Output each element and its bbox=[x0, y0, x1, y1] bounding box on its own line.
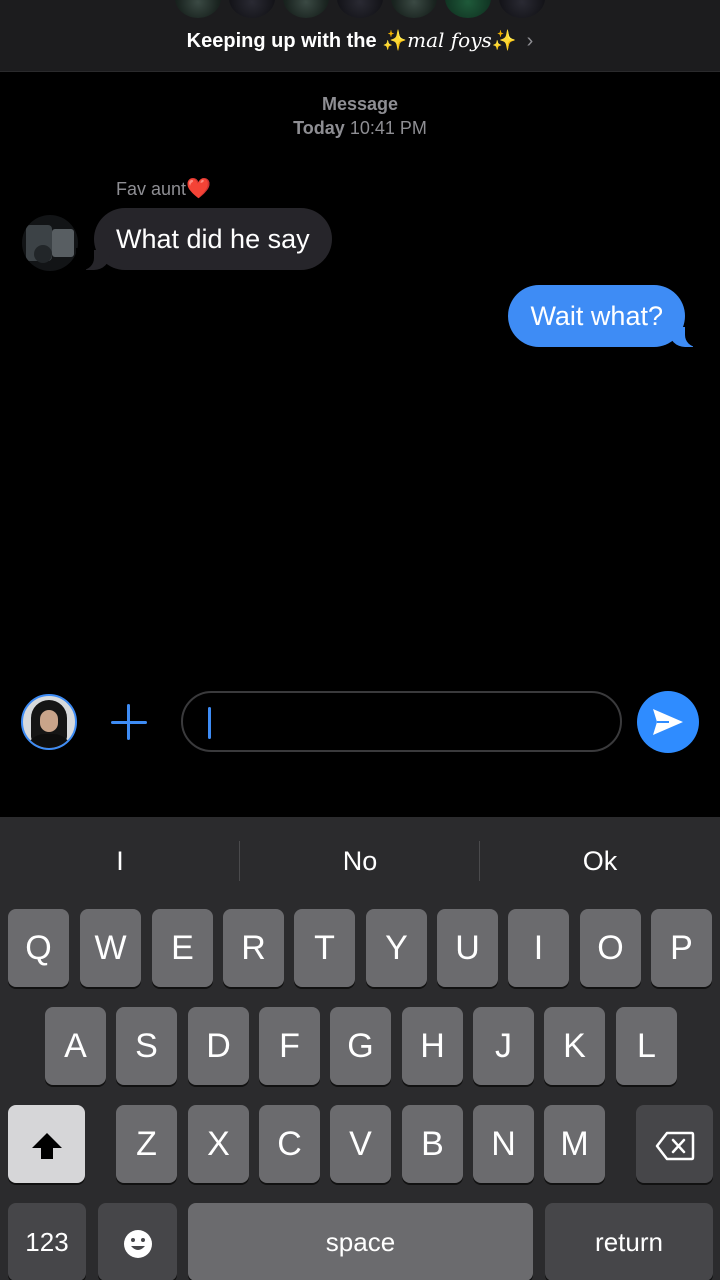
outgoing-message-bubble[interactable]: Wait what? bbox=[508, 285, 703, 347]
key-g[interactable]: G bbox=[330, 1007, 391, 1085]
incoming-message-text: What did he say bbox=[116, 224, 310, 254]
key-h[interactable]: H bbox=[402, 1007, 463, 1085]
group-title-styled: mal foys bbox=[407, 28, 492, 52]
key-m[interactable]: M bbox=[544, 1105, 605, 1183]
timestamp-time: 10:41 PM bbox=[349, 118, 427, 138]
chevron-right-icon: › bbox=[526, 30, 534, 52]
key-l[interactable]: L bbox=[616, 1007, 677, 1085]
backspace-icon bbox=[655, 1131, 694, 1161]
send-arrow-icon bbox=[653, 709, 683, 735]
sender-avatar[interactable] bbox=[22, 215, 78, 271]
group-member-avatar bbox=[391, 0, 437, 18]
text-cursor bbox=[208, 707, 211, 739]
key-u[interactable]: U bbox=[437, 909, 498, 987]
key-c[interactable]: C bbox=[259, 1105, 320, 1183]
key-i[interactable]: I bbox=[508, 909, 569, 987]
suggestion-3[interactable]: Ok bbox=[480, 817, 720, 905]
message-input[interactable] bbox=[207, 703, 597, 741]
send-button[interactable] bbox=[637, 691, 699, 753]
group-title-suffix: ✨ bbox=[491, 30, 517, 52]
group-member-avatar bbox=[337, 0, 383, 18]
heart-icon: ❤️ bbox=[186, 178, 211, 200]
group-member-avatar bbox=[499, 0, 545, 18]
sender-name: Fav aunt❤️ bbox=[116, 176, 211, 201]
shift-key[interactable] bbox=[8, 1105, 85, 1183]
key-w[interactable]: W bbox=[80, 909, 141, 987]
group-member-avatar bbox=[175, 0, 221, 18]
predictive-bar: I No Ok bbox=[0, 817, 720, 905]
incoming-message-bubble[interactable]: What did he say bbox=[76, 208, 332, 270]
my-avatar[interactable] bbox=[21, 694, 77, 750]
numbers-key[interactable]: 123 bbox=[8, 1203, 86, 1280]
suggestion-1[interactable]: I bbox=[0, 817, 240, 905]
emoji-key[interactable] bbox=[98, 1203, 177, 1280]
conversation-header[interactable]: Keeping up with the ✨mal foys✨ › bbox=[0, 0, 720, 72]
group-title-prefix: Keeping up with the ✨ bbox=[186, 30, 408, 52]
group-avatar-strip bbox=[150, 0, 570, 18]
key-r[interactable]: R bbox=[223, 909, 284, 987]
key-k[interactable]: K bbox=[544, 1007, 605, 1085]
suggestion-2[interactable]: No bbox=[240, 817, 480, 905]
conversation-timestamp: Today 10:41 PM bbox=[0, 118, 720, 139]
group-member-avatar bbox=[445, 0, 491, 18]
service-label: Message bbox=[321, 94, 399, 114]
key-b[interactable]: B bbox=[402, 1105, 463, 1183]
space-key[interactable]: space bbox=[188, 1203, 533, 1280]
key-y[interactable]: Y bbox=[366, 909, 427, 987]
key-n[interactable]: N bbox=[473, 1105, 534, 1183]
key-s[interactable]: S bbox=[116, 1007, 177, 1085]
key-t[interactable]: T bbox=[294, 909, 355, 987]
key-j[interactable]: J bbox=[473, 1007, 534, 1085]
message-input-field[interactable] bbox=[181, 691, 622, 752]
plus-icon[interactable] bbox=[109, 702, 149, 742]
key-z[interactable]: Z bbox=[116, 1105, 177, 1183]
timestamp-day: Today bbox=[293, 118, 345, 138]
key-v[interactable]: V bbox=[330, 1105, 391, 1183]
group-title[interactable]: Keeping up with the ✨mal foys✨ › bbox=[0, 28, 720, 53]
key-o[interactable]: O bbox=[580, 909, 641, 987]
sender-name-text: Fav aunt bbox=[116, 179, 187, 199]
key-x[interactable]: X bbox=[188, 1105, 249, 1183]
shift-arrow-icon bbox=[31, 1133, 62, 1160]
key-f[interactable]: F bbox=[259, 1007, 320, 1085]
key-a[interactable]: A bbox=[45, 1007, 106, 1085]
key-d[interactable]: D bbox=[188, 1007, 249, 1085]
group-member-avatar bbox=[229, 0, 275, 18]
key-p[interactable]: P bbox=[651, 909, 712, 987]
outgoing-message-text: Wait what? bbox=[530, 301, 663, 331]
emoji-icon bbox=[123, 1230, 152, 1259]
backspace-key[interactable] bbox=[636, 1105, 713, 1183]
key-e[interactable]: E bbox=[152, 909, 213, 987]
return-key[interactable]: return bbox=[545, 1203, 713, 1280]
group-member-avatar bbox=[283, 0, 329, 18]
key-q[interactable]: Q bbox=[8, 909, 69, 987]
keyboard: I No Ok Q W E R T Y U I O P A S D F G H … bbox=[0, 817, 720, 1280]
